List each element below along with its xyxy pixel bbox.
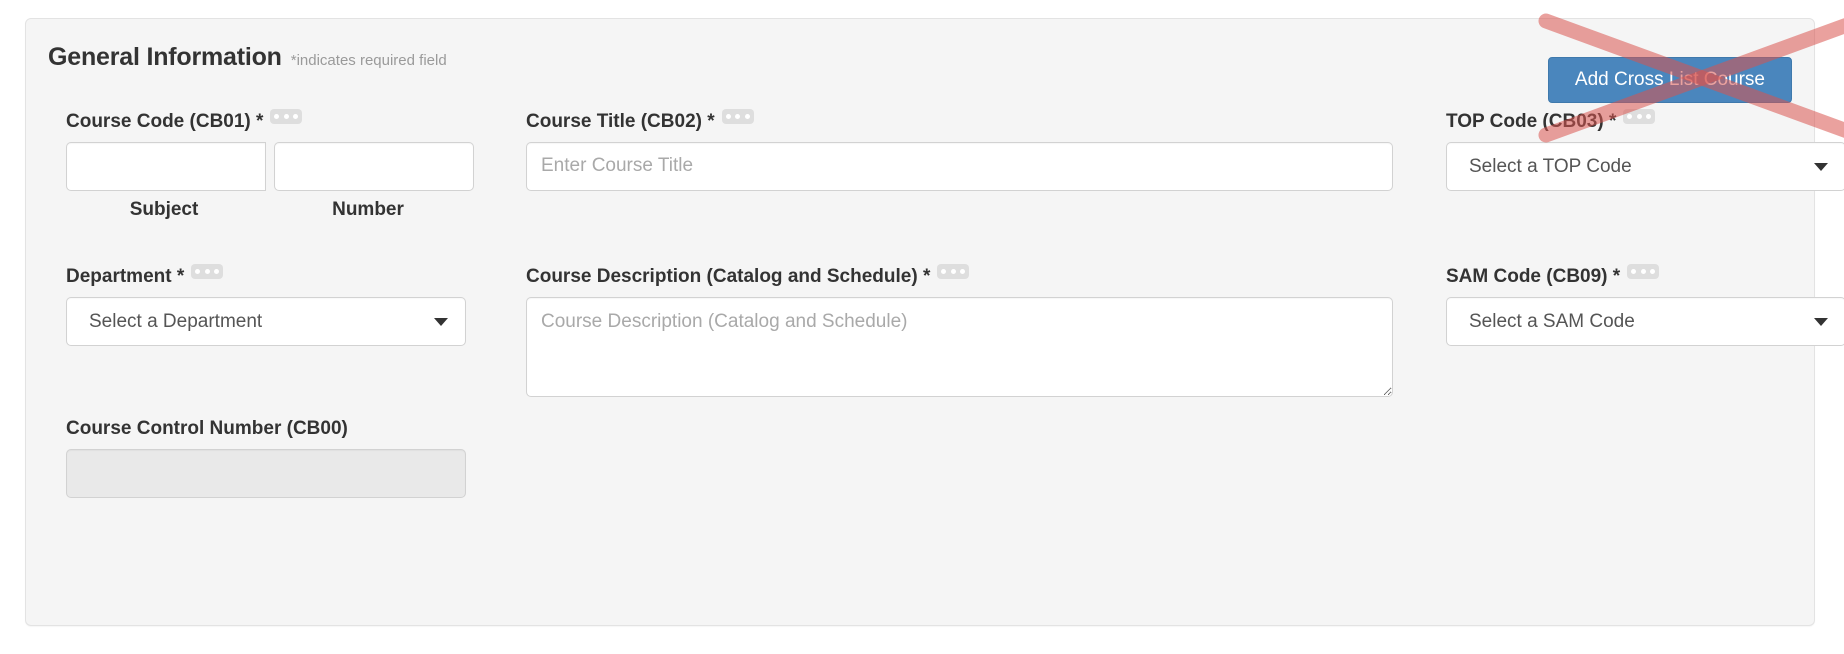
course-code-label-text: Course Code (CB01) *: [66, 111, 264, 132]
ellipsis-icon[interactable]: [1623, 109, 1656, 124]
ellipsis-icon[interactable]: [721, 109, 754, 124]
required-field-note: *indicates required field: [290, 52, 447, 69]
field-department: Department * Select a Department: [66, 264, 466, 346]
subject-sublabel: Subject: [129, 198, 199, 220]
course-control-number-label: Course Control Number (CB00): [66, 418, 348, 439]
course-description-label-text: Course Description (Catalog and Schedule…: [526, 266, 931, 287]
ellipsis-icon[interactable]: [191, 264, 224, 279]
field-course-title: Course Title (CB02) *: [526, 109, 1393, 191]
field-course-code: Course Code (CB01) * Subject Number: [66, 109, 474, 221]
course-code-label: Course Code (CB01) *: [66, 109, 466, 133]
sam-code-label: SAM Code (CB09) *: [1446, 264, 1844, 288]
number-sublabel: Number: [332, 198, 404, 220]
course-title-label: Course Title (CB02) *: [526, 109, 1393, 133]
top-code-select-wrap: Select a TOP Code: [1446, 141, 1844, 191]
department-select-wrap: Select a Department: [66, 296, 466, 346]
top-code-label: TOP Code (CB03) *: [1446, 109, 1844, 133]
ellipsis-icon[interactable]: [270, 109, 303, 124]
course-description-textarea[interactable]: [526, 296, 1393, 397]
course-title-input[interactable]: [526, 141, 1393, 191]
field-course-control-number: Course Control Number (CB00): [66, 418, 466, 498]
add-cross-list-course-button[interactable]: Add Cross List Course: [1547, 57, 1792, 103]
course-code-subject-input[interactable]: [66, 141, 266, 191]
course-code-sublabels: Subject Number: [66, 199, 466, 221]
sam-code-label-text: SAM Code (CB09) *: [1446, 266, 1621, 287]
course-control-number-input: [66, 448, 466, 498]
general-information-panel: General Information *indicates required f…: [25, 13, 1844, 626]
ellipsis-icon[interactable]: [937, 264, 970, 279]
course-description-label: Course Description (Catalog and Schedule…: [526, 264, 1393, 288]
course-title-label-text: Course Title (CB02) *: [526, 111, 715, 132]
top-code-label-text: TOP Code (CB03) *: [1446, 111, 1617, 132]
department-select[interactable]: Select a Department: [66, 296, 466, 346]
ellipsis-icon[interactable]: [1627, 264, 1660, 279]
department-label: Department *: [66, 264, 466, 288]
page-title: General Information: [48, 43, 282, 71]
department-label-text: Department *: [66, 266, 185, 287]
panel-header: General Information *indicates required f…: [48, 43, 1792, 103]
course-code-number-input[interactable]: [274, 141, 474, 191]
course-code-inputs: [66, 141, 474, 191]
field-course-description: Course Description (Catalog and Schedule…: [526, 264, 1393, 397]
field-sam-code: SAM Code (CB09) * Select a SAM Code: [1446, 264, 1844, 346]
top-code-select[interactable]: Select a TOP Code: [1446, 141, 1844, 191]
sam-code-select[interactable]: Select a SAM Code: [1446, 296, 1844, 346]
field-top-code: TOP Code (CB03) * Select a TOP Code: [1446, 109, 1844, 191]
sam-code-select-wrap: Select a SAM Code: [1446, 296, 1844, 346]
